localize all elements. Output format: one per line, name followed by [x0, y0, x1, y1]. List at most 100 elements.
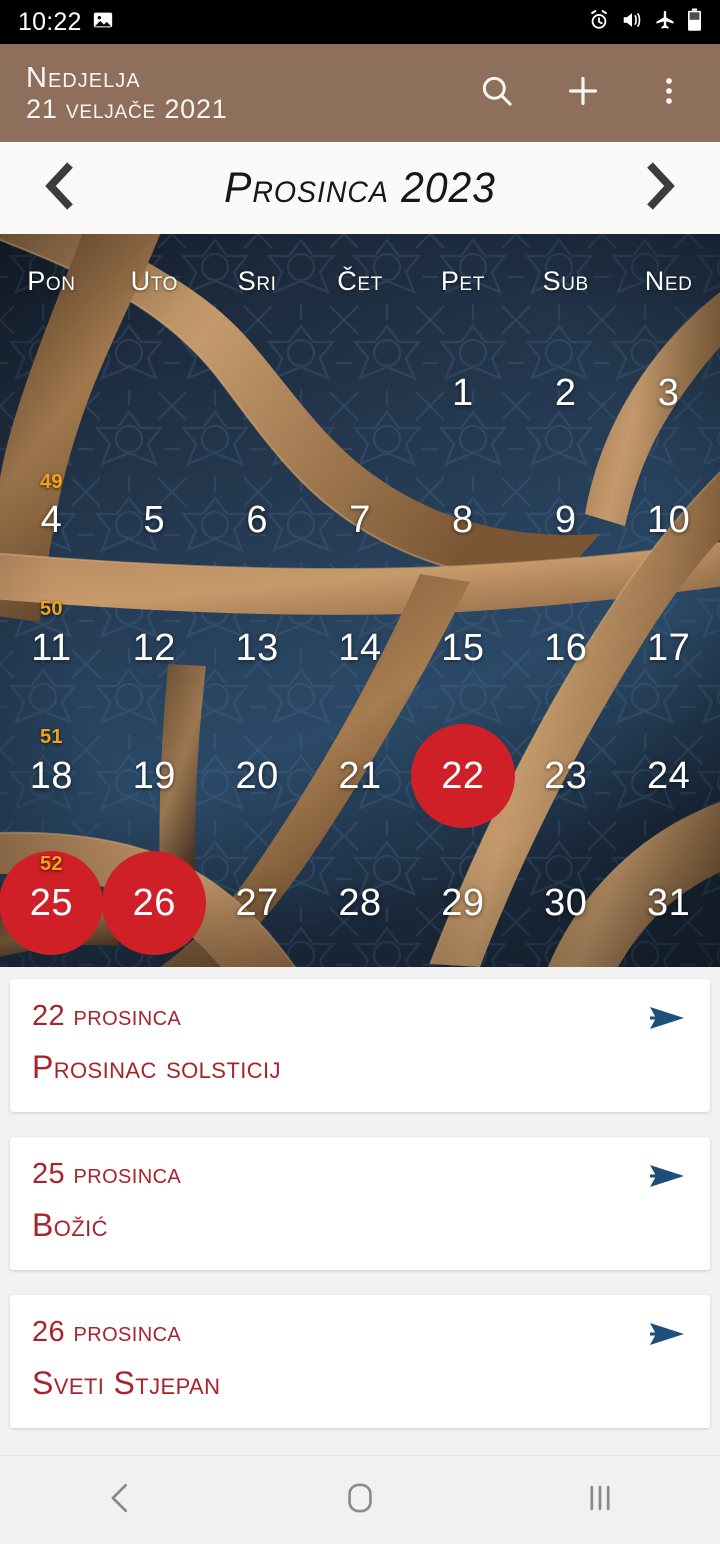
- day-number: 19: [132, 754, 176, 797]
- calendar-day-cell[interactable]: 4 49: [0, 457, 103, 585]
- month-title[interactable]: Prosinca 2023: [102, 164, 619, 213]
- weekday-header-pon: Pon: [27, 266, 76, 296]
- calendar-day-cell[interactable]: 2: [514, 329, 617, 457]
- day-number: 11: [31, 626, 72, 669]
- calendar-month-view[interactable]: Pon Uto Sri Čet Pet Sub Ned 1 2 3 4 49 5 6 7 8 9 1…: [0, 234, 720, 967]
- overflow-menu-icon: [654, 72, 684, 115]
- calendar-day-cell[interactable]: 13: [206, 584, 309, 712]
- chevron-right-icon: [636, 159, 682, 218]
- week-number: 52: [39, 853, 63, 876]
- status-bar-left: 10:22: [18, 8, 114, 37]
- day-number: 4: [40, 499, 63, 542]
- calendar-week-row: 4 49 5 6 7 8 9 10: [0, 457, 720, 585]
- calendar-day-cell[interactable]: 27: [206, 839, 309, 967]
- back-nav-icon: [105, 1481, 135, 1520]
- calendar-week-row: 18 51 19 20 21 22 23 24: [0, 712, 720, 840]
- send-arrow-icon[interactable]: [646, 1317, 688, 1351]
- day-number: 29: [441, 882, 485, 925]
- calendar-day-cell[interactable]: 25 52: [0, 839, 104, 967]
- calendar-day-cell[interactable]: 12: [103, 584, 206, 712]
- calendar-day-cell[interactable]: 11 50: [0, 584, 103, 712]
- previous-month-button[interactable]: [34, 159, 88, 217]
- calendar-day-cell[interactable]: 28: [309, 839, 412, 967]
- calendar-day-cell[interactable]: 23: [514, 712, 617, 840]
- day-number: 25: [29, 882, 74, 925]
- event-card[interactable]: 22 prosinca Prosinac solsticij: [10, 979, 710, 1112]
- nav-recents-button[interactable]: [540, 1468, 660, 1532]
- calendar-day-cell[interactable]: 10: [617, 457, 720, 585]
- day-number: 17: [646, 626, 691, 669]
- toolbar-date: 21 veljače 2021: [26, 94, 228, 125]
- calendar-day-cell[interactable]: 24: [617, 712, 720, 840]
- calendar-day-cell[interactable]: 15: [411, 584, 514, 712]
- calendar-week-row: 1 2 3: [0, 329, 720, 457]
- nav-home-button[interactable]: [300, 1468, 420, 1532]
- week-number: 51: [39, 725, 63, 748]
- calendar-grid: Pon Uto Sri Čet Pet Sub Ned 1 2 3 4 49 5 6 7 8 9 1…: [0, 234, 720, 967]
- calendar-day-cell[interactable]: 1: [411, 329, 514, 457]
- event-card[interactable]: 25 prosinca Božić: [10, 1137, 710, 1270]
- calendar-day-cell[interactable]: 8: [411, 457, 514, 585]
- day-number: 7: [349, 499, 371, 542]
- month-navigation: Prosinca 2023: [0, 142, 720, 234]
- day-number: 27: [235, 882, 279, 925]
- day-number: 18: [29, 754, 74, 797]
- calendar-day-cell[interactable]: 19: [103, 712, 206, 840]
- event-date: 22 prosinca: [32, 1000, 182, 1032]
- alarm-icon: [588, 9, 610, 36]
- day-number: 1: [452, 371, 474, 414]
- weekday-header-cet: Čet: [337, 266, 383, 296]
- day-number: 10: [646, 499, 691, 542]
- day-number: 26: [132, 882, 176, 925]
- toolbar-title-block: Nedjelja 21 veljače 2021: [26, 62, 228, 125]
- calendar-day-cell-empty: [309, 329, 412, 457]
- weekday-header-sub: Sub: [542, 266, 589, 296]
- day-number: 15: [441, 626, 485, 669]
- calendar-day-cell[interactable]: 6: [206, 457, 309, 585]
- nav-back-button[interactable]: [60, 1468, 180, 1532]
- day-number: 14: [338, 626, 382, 669]
- calendar-day-cell[interactable]: 18 51: [0, 712, 103, 840]
- day-number: 12: [132, 626, 176, 669]
- calendar-day-cell[interactable]: 16: [514, 584, 617, 712]
- event-title: Prosinac solsticij: [32, 1048, 281, 1085]
- calendar-day-cell[interactable]: 9: [514, 457, 617, 585]
- image-icon: [92, 9, 114, 36]
- calendar-day-cell[interactable]: 22: [410, 712, 515, 840]
- day-number: 13: [235, 626, 279, 669]
- calendar-day-cell[interactable]: 26: [102, 839, 207, 967]
- send-arrow-icon[interactable]: [646, 1001, 688, 1035]
- calendar-day-cell[interactable]: 14: [309, 584, 412, 712]
- event-date: 26 prosinca: [32, 1316, 182, 1348]
- search-icon: [478, 72, 516, 115]
- send-arrow-icon[interactable]: [646, 1159, 688, 1193]
- calendar-day-cell[interactable]: 20: [206, 712, 309, 840]
- calendar-day-cell-empty: [206, 329, 309, 457]
- event-list: 22 prosinca Prosinac solsticij 25 prosinca…: [0, 967, 720, 1428]
- calendar-day-cell[interactable]: 21: [309, 712, 412, 840]
- event-card[interactable]: 26 prosinca Sveti Stjepan: [10, 1295, 710, 1428]
- calendar-day-cell[interactable]: 3: [617, 329, 720, 457]
- calendar-day-cell[interactable]: 7: [309, 457, 412, 585]
- next-month-button[interactable]: [632, 159, 686, 217]
- day-number: 9: [554, 499, 577, 542]
- add-event-button[interactable]: [560, 70, 606, 116]
- calendar-day-cell[interactable]: 31: [617, 839, 720, 967]
- weekday-header-pet: Pet: [440, 266, 485, 296]
- calendar-day-cell[interactable]: 30: [514, 839, 617, 967]
- chevron-left-icon: [38, 159, 84, 218]
- event-title: Božić: [32, 1206, 108, 1243]
- calendar-week-row: 25 52 26 27 28 29 30 31: [0, 839, 720, 967]
- system-navigation-bar: [0, 1455, 720, 1544]
- calendar-day-cell[interactable]: 29: [411, 839, 514, 967]
- calendar-day-cell[interactable]: 5: [103, 457, 206, 585]
- week-number: 49: [39, 470, 63, 493]
- overflow-menu-button[interactable]: [646, 70, 692, 116]
- day-number: 28: [338, 882, 382, 925]
- day-number: 22: [441, 754, 485, 797]
- weekday-header-row: Pon Uto Sri Čet Pet Sub Ned: [0, 234, 720, 329]
- calendar-day-cell[interactable]: 17: [617, 584, 720, 712]
- calendar-day-cell-empty: [103, 329, 206, 457]
- calendar-day-cell-empty: [0, 329, 103, 457]
- search-button[interactable]: [474, 70, 520, 116]
